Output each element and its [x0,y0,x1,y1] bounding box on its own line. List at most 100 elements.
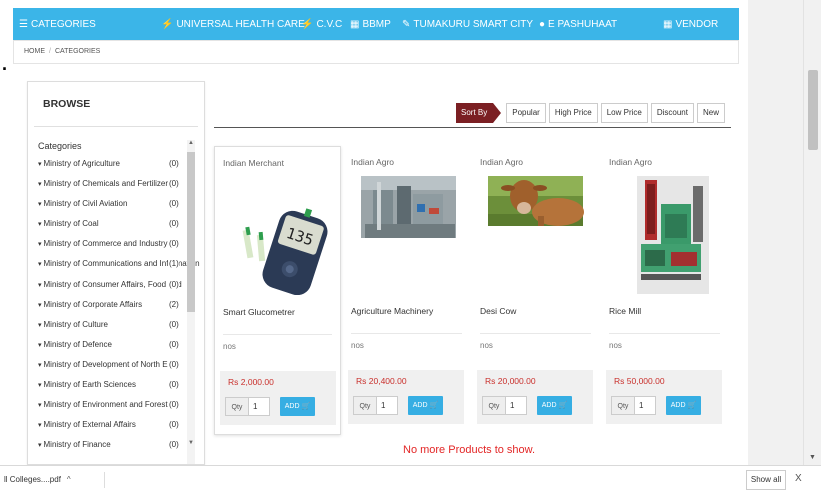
category-item[interactable]: ▾ Ministry of Communications and Informat… [38,259,200,279]
nav-label: TUMAKURU SMART CITY [413,18,534,30]
sort-discount-button[interactable]: Discount [650,103,694,123]
show-all-button[interactable]: Show all [746,470,786,490]
sort-high-price-button[interactable]: High Price [548,103,598,123]
chevron-down-icon: ▾ [38,321,42,329]
divider [104,472,105,488]
product-name[interactable]: Desi Cow [480,306,516,316]
product-name[interactable]: Rice Mill [609,306,641,316]
circle-icon: ● [539,18,546,30]
category-count: (1) [168,259,179,269]
product-vendor: Indian Agro [480,157,524,167]
browse-sidebar: BROWSE Categories ▾ Ministry of Agricultu… [27,81,205,465]
scroll-thumb[interactable] [808,70,818,150]
sort-low-price-button[interactable]: Low Price [600,103,648,123]
divider [223,334,332,335]
category-label: Ministry of Earth Sciences [43,380,136,390]
product-unit: nos [351,341,364,350]
bolt-icon: ⚡ [161,18,174,30]
product-card[interactable]: Indian Merchant 135 Smart Glucometrer no… [214,146,341,435]
list-icon: ☰ [19,18,28,30]
nav-bbmp[interactable]: ▦ BBMP [350,8,391,40]
category-item[interactable]: ▾ Ministry of Earth Sciences (0) [38,380,188,400]
add-to-cart-button[interactable]: ADD 🛒 [666,396,701,415]
nav-label: C.V.C [316,18,343,30]
category-item[interactable]: ▾ Ministry of Commerce and Industry (0) [38,239,188,259]
nav-tumakuru-smart-city[interactable]: ✎ TUMAKURU SMART CITY [402,8,533,40]
category-item[interactable]: ▾ Ministry of Culture (0) [38,319,188,340]
qty-label: Qty [353,396,377,415]
category-item[interactable]: ▾ Ministry of Finance (0) [38,440,188,460]
downloaded-file[interactable]: ll Colleges....pdf ^ [4,475,71,484]
category-item[interactable]: ▾ Ministry of Environment and Forests (0) [38,400,188,420]
category-item[interactable]: ▾ Ministry of Corporate Affairs (2) [38,299,188,320]
nav-categories[interactable]: ☰ CATEGORIES [19,8,96,40]
category-item[interactable]: ▾ Ministry of Civil Aviation (0) [38,199,188,219]
product-card[interactable]: Indian Agro Desi Cow nos Rs 20,000.00 Qt… [472,146,599,435]
chevron-down-icon: ▾ [38,422,42,430]
cart-icon: 🛒 [301,403,311,410]
scroll-up-icon[interactable]: ▲ [188,140,194,146]
category-label: Ministry of Civil Aviation [43,199,128,209]
category-count: (0) [168,179,179,189]
close-icon[interactable]: X [795,473,802,484]
nav-cvc[interactable]: ⚡ C.V.C [301,8,342,40]
glucometer-image[interactable]: 135 [225,175,330,295]
scroll-thumb[interactable] [187,152,195,312]
chevron-down-icon: ▾ [38,241,42,249]
qty-label: Qty [225,397,249,416]
category-item[interactable]: ▾ Ministry of Agriculture (0) [38,159,188,179]
add-label: ADD [541,402,557,409]
product-card[interactable]: Indian Agro Rice Mill nos Rs 50,000.00 Q… [601,146,728,435]
agriculture-machinery-image[interactable] [353,174,458,294]
scroll-down-icon[interactable]: ▼ [188,440,194,446]
add-to-cart-button[interactable]: ADD 🛒 [408,396,443,415]
chevron-down-icon: ▾ [38,382,42,390]
chevron-down-icon: ▾ [38,402,42,410]
product-vendor: Indian Agro [609,157,653,167]
category-item[interactable]: ▾ Ministry of Development of North East (0… [38,359,188,380]
category-list: ▾ Ministry of Agriculture (0) ▾ Ministry of … [38,159,200,460]
qty-label: Qty [611,396,635,415]
category-label: Ministry of Chemicals and Fertilizers [43,179,172,189]
nav-vendor[interactable]: ▦ VENDOR [663,8,718,40]
category-label: Ministry of Environment and Forests [43,400,172,410]
qty-input[interactable]: 1 [505,396,527,415]
grid-icon: ▦ [350,18,360,30]
desi-cow-image[interactable] [482,174,587,294]
product-name[interactable]: Smart Glucometrer [223,307,295,317]
sort-new-button[interactable]: New [696,103,725,123]
qty-input[interactable]: 1 [634,396,656,415]
divider [609,333,720,334]
category-label: Ministry of Agriculture [43,159,120,168]
category-count: (0) [168,380,179,390]
chevron-down-icon: ▾ [38,442,42,450]
divider [214,127,731,128]
page-scrollbar[interactable]: ▼ [803,0,821,465]
product-vendor: Indian Merchant [223,158,284,168]
product-unit: nos [480,341,493,350]
scroll-down-icon[interactable]: ▼ [809,454,816,461]
category-count: (0) [168,199,179,209]
product-card[interactable]: Indian Agro Agriculture Machinery nos Rs… [343,146,470,435]
nav-universal-health-care[interactable]: ⚡ UNIVERSAL HEALTH CARE [161,8,305,40]
nav-e-pashuhaat[interactable]: ● E PASHUHAAT [539,8,617,40]
category-item[interactable]: ▾ Ministry of External Affairs (0) [38,420,188,440]
category-count: (0) [168,219,179,229]
category-item[interactable]: ▾ Ministry of Chemicals and Fertilizers (0… [38,179,188,199]
qty-input[interactable]: 1 [248,397,270,416]
cart-icon: 🛒 [687,402,697,409]
category-scrollbar[interactable]: ▲ ▼ [187,140,195,464]
category-item[interactable]: ▾ Ministry of Defence (0) [38,339,188,360]
add-to-cart-button[interactable]: ADD 🛒 [537,396,572,415]
category-item[interactable]: ▾ Ministry of Coal (0) [38,219,188,239]
product-name[interactable]: Agriculture Machinery [351,306,433,316]
sort-popular-button[interactable]: Popular [506,103,546,123]
qty-input[interactable]: 1 [376,396,398,415]
rice-mill-image[interactable] [611,174,716,294]
add-to-cart-button[interactable]: ADD 🛒 [280,397,315,416]
product-price: Rs 20,400.00 [356,376,407,386]
breadcrumb-home[interactable]: HOME [24,48,45,55]
chevron-up-icon[interactable]: ^ [67,475,71,484]
category-item[interactable]: ▾ Ministry of Consumer Affairs, Food and(… [38,279,188,300]
sort-by-label: Sort By [456,103,502,123]
